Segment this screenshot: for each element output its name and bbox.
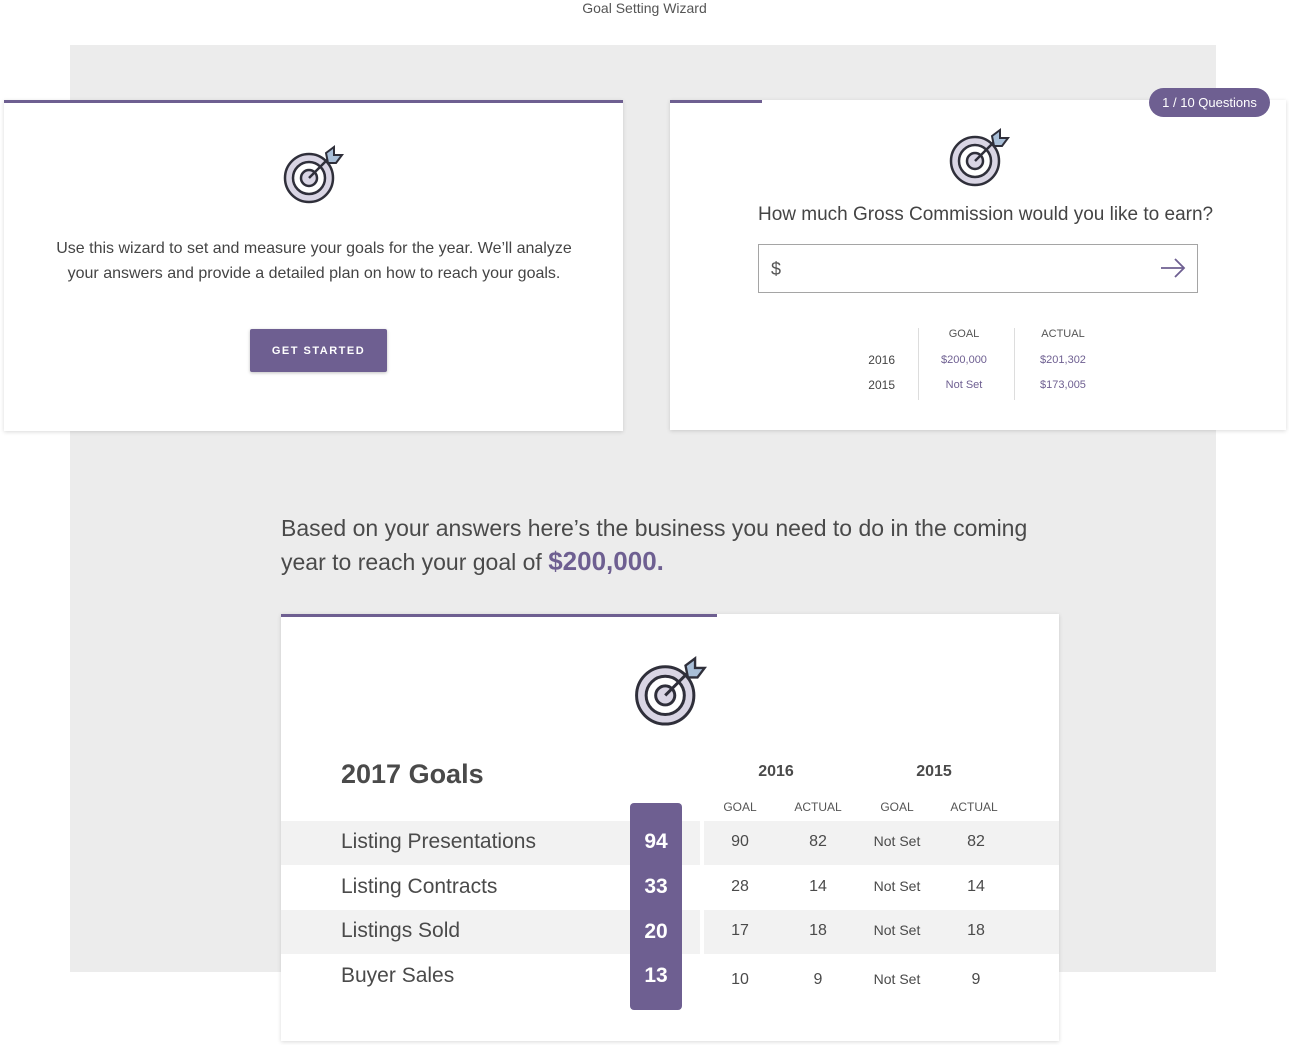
- goal-2015: Not Set: [873, 922, 921, 938]
- target-value: 13: [644, 964, 668, 987]
- actual-2016: 82: [809, 833, 827, 850]
- target-icon: [949, 128, 1010, 187]
- year-header-2016: 2016: [758, 763, 794, 780]
- goal-amount: $200,000.: [548, 546, 664, 576]
- progress-bar: [670, 100, 762, 103]
- question-card: How much Gross Commission would you like…: [670, 100, 1286, 430]
- column-divider: [1014, 328, 1015, 400]
- question-progress-badge: 1 / 10 Questions: [1149, 88, 1270, 117]
- goal-header: GOAL: [880, 800, 914, 814]
- intro-text: Use this wizard to set and measure your …: [56, 240, 572, 282]
- actual-header: ACTUAL: [1041, 328, 1085, 340]
- target-value: 94: [644, 830, 668, 853]
- column-divider: [700, 821, 704, 1001]
- target-value: 20: [644, 920, 668, 943]
- goal-value: $200,000: [941, 354, 987, 366]
- goal-2016: 17: [731, 922, 749, 939]
- actual-2015: 82: [967, 833, 985, 850]
- year-label: 2016: [868, 353, 895, 367]
- goals-card: 2017 Goals 2016 2015 GOAL ACTUAL GOAL AC…: [281, 614, 1059, 1041]
- row-label: Buyer Sales: [341, 964, 455, 987]
- actual-2015: 18: [967, 922, 985, 939]
- goal-2015: Not Set: [873, 833, 921, 849]
- actual-2016: 9: [813, 971, 823, 988]
- summary-text: Based on your answers here’s the busines…: [281, 512, 1041, 579]
- arrow-right-icon[interactable]: [1159, 257, 1187, 279]
- goal-header: GOAL: [948, 328, 980, 340]
- actual-value: $173,005: [1040, 379, 1086, 391]
- actual-2016: 14: [809, 878, 827, 895]
- row-label: Listings Sold: [341, 919, 461, 942]
- goal-2016: 28: [731, 878, 749, 895]
- goal-header: GOAL: [723, 800, 757, 814]
- target-value: 33: [644, 875, 668, 898]
- actual-2015: 14: [967, 878, 985, 895]
- intro-card: Use this wizard to set and measure your …: [4, 100, 623, 431]
- goal-2015: Not Set: [873, 971, 921, 987]
- row-label: Listing Contracts: [341, 875, 498, 898]
- goal-value: Not Set: [945, 379, 983, 391]
- history-table: GOAL ACTUAL 2016 $200,000 $201,302 2015 …: [830, 328, 1130, 401]
- actual-2016: 18: [809, 922, 827, 939]
- year-label: 2015: [868, 378, 895, 392]
- get-started-button[interactable]: GET STARTED: [250, 329, 387, 372]
- goal-2015: Not Set: [873, 878, 921, 894]
- question-text: How much Gross Commission would you like…: [758, 204, 1214, 225]
- target-icon: [283, 145, 344, 204]
- progress-bar: [4, 100, 623, 103]
- target-icon: [635, 656, 707, 726]
- commission-input[interactable]: [789, 255, 1149, 283]
- commission-input-box[interactable]: $: [758, 244, 1198, 293]
- goal-2016: 10: [731, 971, 749, 988]
- row-label: Listing Presentations: [341, 830, 536, 853]
- page-title: Goal Setting Wizard: [582, 0, 707, 16]
- progress-bar: [281, 614, 717, 617]
- actual-2015: 9: [971, 971, 981, 988]
- goals-title: 2017 Goals: [341, 759, 484, 789]
- actual-header: ACTUAL: [794, 800, 842, 814]
- actual-header: ACTUAL: [950, 800, 998, 814]
- currency-symbol: $: [771, 259, 782, 279]
- year-header-2015: 2015: [916, 763, 952, 780]
- goal-2016: 90: [731, 833, 749, 850]
- actual-value: $201,302: [1040, 354, 1086, 366]
- column-divider: [918, 328, 919, 400]
